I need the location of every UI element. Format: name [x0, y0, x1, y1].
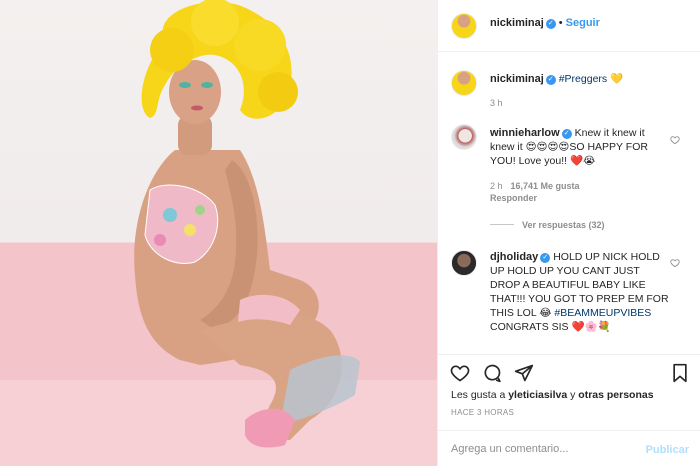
flower-1 — [163, 208, 177, 222]
flower-3 — [154, 234, 166, 246]
hair-curl-1 — [150, 28, 194, 72]
comment-item: winnieharlow ✓ Knew it knew it knew it 😍😍… — [490, 126, 670, 168]
comment-username[interactable]: djholiday — [490, 251, 538, 263]
bookmark-icon[interactable] — [670, 363, 690, 383]
comments-list[interactable]: nickiminaj ✓ #Preggers 💛 3 h winnieharlow… — [438, 52, 700, 354]
post-header: nickiminaj ✓ • Seguir — [438, 0, 700, 52]
action-bar — [438, 354, 700, 388]
bikini-top — [144, 184, 219, 264]
publish-button[interactable]: Publicar — [646, 444, 689, 456]
comment-icon[interactable] — [482, 363, 502, 383]
separator-dot: • — [558, 17, 563, 29]
share-icon[interactable] — [514, 363, 534, 383]
avatar-image — [452, 71, 476, 95]
comment-meta: 2 h 16,741 Me gusta — [490, 181, 580, 191]
avatar-image — [452, 125, 476, 149]
avatar-image — [452, 251, 476, 275]
verified-icon: ✓ — [545, 75, 556, 85]
avatar[interactable] — [451, 124, 477, 150]
comment-input[interactable] — [451, 440, 636, 458]
hair-curl-4 — [191, 0, 239, 46]
eye-makeup-left — [179, 82, 191, 88]
photo-illustration — [0, 0, 437, 466]
comment-composer: Publicar — [438, 430, 700, 466]
hair-curl-3 — [258, 72, 298, 112]
avatar[interactable] — [451, 70, 477, 96]
avatar[interactable] — [451, 250, 477, 276]
header-line: nickiminaj ✓ • Seguir — [490, 17, 600, 29]
caption-emoji: 💛 — [610, 73, 624, 85]
reply-button[interactable]: Responder — [490, 193, 537, 203]
verified-icon: ✓ — [545, 19, 556, 29]
verified-icon: ✓ — [561, 129, 572, 139]
replies-divider — [490, 224, 514, 225]
flower-2 — [184, 224, 196, 236]
reply-label[interactable]: Responder — [490, 193, 537, 203]
liked-by-others[interactable]: otras personas — [578, 389, 653, 401]
post-timestamp[interactable]: HACE 3 HORAS — [451, 408, 514, 417]
view-replies-button[interactable]: Ver respuestas (32) — [490, 220, 605, 230]
heart-icon[interactable] — [450, 363, 470, 383]
lips — [191, 105, 203, 111]
liked-by: Les gusta a yleticiasilva y otras person… — [451, 389, 654, 401]
caption-username[interactable]: nickiminaj — [490, 73, 544, 85]
flower-4 — [195, 205, 205, 215]
verified-icon: ✓ — [540, 253, 551, 263]
caption-hashtag[interactable]: #Preggers — [559, 73, 607, 85]
avatar-image — [452, 14, 476, 38]
comment-likes[interactable]: 16,741 Me gusta — [511, 181, 580, 191]
likes-prefix: Les gusta a — [451, 389, 506, 401]
eye-makeup-right — [201, 82, 213, 88]
avatar[interactable] — [451, 13, 477, 39]
post-panel: nickiminaj ✓ • Seguir nickiminaj ✓ #Preggers… — [437, 0, 700, 466]
hair-curl-2 — [234, 19, 286, 71]
caption-time: 3 h — [490, 98, 503, 108]
comment-like-heart-icon[interactable] — [670, 258, 680, 268]
comment-hashtag[interactable]: #BEAMMEUPVIBES — [554, 307, 651, 319]
comment-like-heart-icon[interactable] — [670, 135, 680, 145]
couch-seat — [0, 380, 437, 466]
follow-button[interactable]: Seguir — [566, 17, 600, 29]
likes-joiner: y — [570, 389, 576, 401]
username-link[interactable]: nickiminaj — [490, 17, 544, 29]
comment-username[interactable]: winnieharlow — [490, 127, 560, 139]
liked-by-user[interactable]: yleticiasilva — [508, 389, 567, 401]
comment-item: djholiday ✓ HOLD UP NICK HOLD UP HOLD UP … — [490, 250, 670, 334]
comment-time: 2 h — [490, 181, 503, 191]
view-replies-label[interactable]: Ver respuestas (32) — [522, 220, 605, 230]
post-photo[interactable] — [0, 0, 437, 466]
comment-text-after: CONGRATS SIS ❤️🌸💐 — [490, 321, 611, 333]
caption: nickiminaj ✓ #Preggers 💛 — [490, 72, 670, 86]
